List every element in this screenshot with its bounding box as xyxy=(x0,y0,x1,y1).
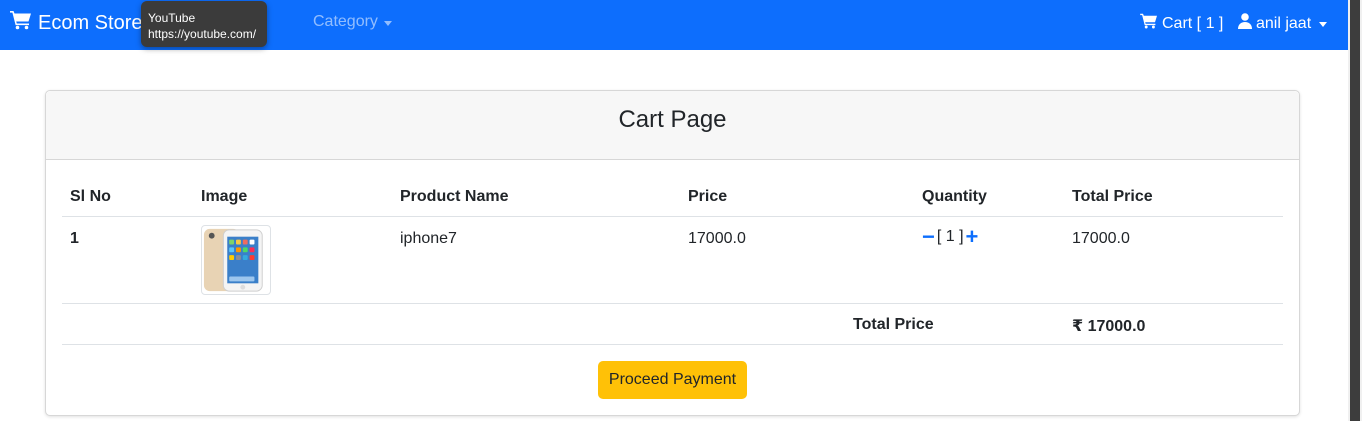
column-header-price: Price xyxy=(688,188,728,205)
chevron-down-icon xyxy=(383,20,392,26)
nav-category-dropdown[interactable]: Category xyxy=(313,13,392,31)
column-header-total-price: Total Price xyxy=(1072,188,1153,205)
decrease-quantity-button[interactable]: − xyxy=(922,226,935,248)
nav-user-label: anil jaat xyxy=(1256,14,1312,32)
link-tooltip: YouTube https://youtube.com/ xyxy=(141,1,267,47)
cart-icon xyxy=(10,10,32,36)
column-header-quantity: Quantity xyxy=(922,188,987,205)
row-divider xyxy=(62,344,1283,345)
tooltip-url: https://youtube.com/ xyxy=(148,27,257,41)
cart-icon xyxy=(1140,13,1158,34)
row-sl-no: 1 xyxy=(70,230,79,247)
row-total-price: 17000.0 xyxy=(1072,230,1130,247)
increase-quantity-button[interactable]: + xyxy=(966,226,979,248)
column-header-sl-no: Sl No xyxy=(70,188,111,205)
tooltip-title: YouTube xyxy=(148,11,196,25)
column-header-product-name: Product Name xyxy=(400,188,509,205)
proceed-payment-button[interactable]: Proceed Payment xyxy=(598,361,747,399)
nav-cart-label: Cart [ 1 ] xyxy=(1162,14,1224,32)
scrollbar-thumb[interactable] xyxy=(1350,0,1360,421)
row-product-name: iphone7 xyxy=(400,230,457,247)
brand-link[interactable]: Ecom Store xyxy=(10,0,142,46)
brand-name: Ecom Store xyxy=(38,11,143,34)
column-header-image: Image xyxy=(201,188,248,205)
nav-cart-link[interactable]: Cart [ 1 ] xyxy=(1140,13,1223,34)
row-divider xyxy=(62,216,1283,217)
cart-card: Cart Page Sl No Image Product Name Price… xyxy=(45,90,1300,416)
cart-total-label: Total Price xyxy=(853,316,934,333)
iphone-product-image xyxy=(201,225,271,295)
page-title: Cart Page xyxy=(46,91,1299,160)
row-divider xyxy=(62,303,1283,304)
quantity-stepper: − [ 1 ] + xyxy=(922,226,979,248)
nav-category-label: Category xyxy=(313,13,378,30)
user-icon xyxy=(1238,13,1252,34)
chevron-down-icon xyxy=(1319,22,1328,27)
row-price: 17000.0 xyxy=(688,230,746,247)
cart-total-value: ₹ 17000.0 xyxy=(1072,318,1146,335)
quantity-value: [ 1 ] xyxy=(936,228,964,245)
nav-user-dropdown[interactable]: anil jaat xyxy=(1238,13,1328,34)
